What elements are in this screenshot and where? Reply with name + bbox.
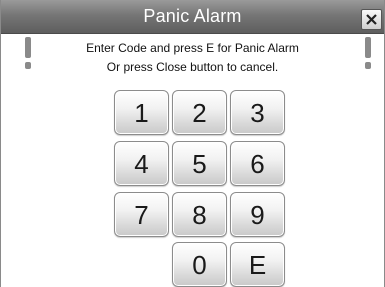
keypad-key-8[interactable]: 8 (172, 192, 227, 237)
exclamation-icon (365, 37, 371, 69)
keypad-key-7[interactable]: 7 (114, 192, 169, 237)
keypad-key-1[interactable]: 1 (114, 90, 169, 135)
keypad-key-4[interactable]: 4 (114, 141, 169, 186)
keypad-key-2[interactable]: 2 (172, 90, 227, 135)
exclamation-icon (25, 37, 31, 69)
keypad-key-e[interactable]: E (230, 242, 285, 287)
keypad-key-5[interactable]: 5 (172, 141, 227, 186)
title-bar: Panic Alarm (1, 0, 384, 34)
keypad-key-6[interactable]: 6 (230, 141, 285, 186)
instruction-text: Enter Code and press E for Panic Alarm (86, 41, 299, 55)
keypad-key-3[interactable]: 3 (230, 90, 285, 135)
panic-alarm-dialog: Panic Alarm Enter Code and press E for P… (0, 0, 385, 287)
close-icon (366, 14, 377, 25)
dialog-title: Panic Alarm (143, 6, 242, 26)
keypad-key-9[interactable]: 9 (230, 192, 285, 237)
close-button[interactable] (361, 9, 382, 30)
instruction-text: Or press Close button to cancel. (106, 60, 279, 74)
keypad-key-0[interactable]: 0 (172, 242, 227, 287)
